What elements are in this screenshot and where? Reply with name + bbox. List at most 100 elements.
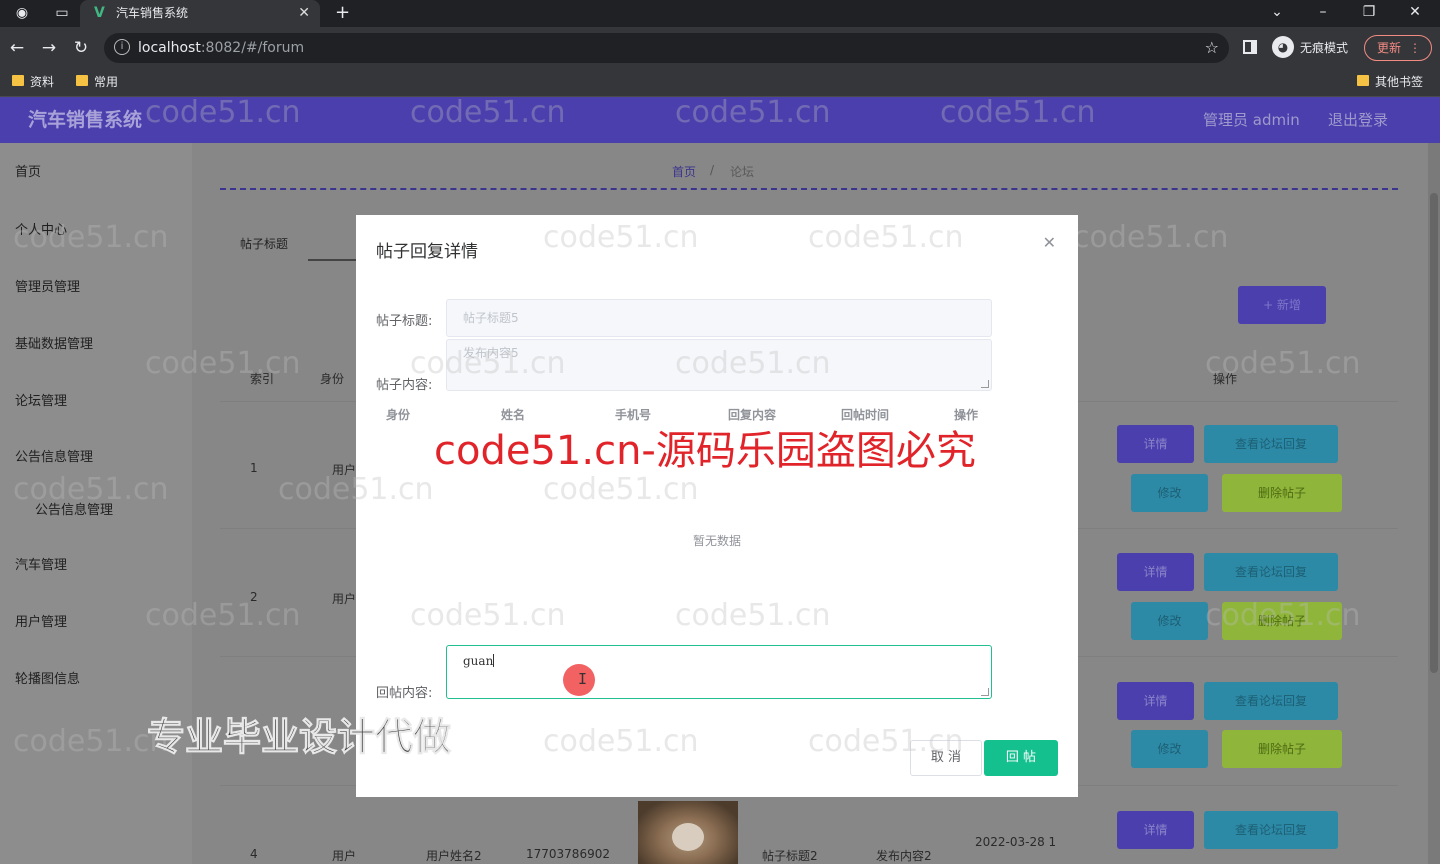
watermark: code51.cn (675, 598, 831, 633)
add-button[interactable]: + 新增 (1238, 286, 1326, 324)
reply-content-value: guan (463, 654, 494, 668)
bookmarks-bar: 资料 常用 其他书签 (0, 69, 1440, 97)
text-cursor-icon: I (578, 670, 588, 688)
admin-label: 管理员 admin (1203, 111, 1300, 129)
row-3-edit-button[interactable]: 修改 (1131, 730, 1208, 768)
row-2-detail-button[interactable]: 详情 (1117, 553, 1194, 591)
sidebar-item-basedata[interactable]: 基础数据管理 (15, 333, 93, 352)
logout-link[interactable]: 退出登录 (1328, 97, 1388, 143)
row-1-replies-button[interactable]: 查看论坛回复 (1204, 425, 1338, 463)
row-1-delete-button[interactable]: 删除帖子 (1222, 474, 1342, 512)
row-2-replies-button[interactable]: 查看论坛回复 (1204, 553, 1338, 591)
reply-content-textarea[interactable]: guan (446, 645, 992, 699)
dialog-title: 帖子回复详情 (376, 242, 478, 262)
site-info-icon[interactable]: i (114, 39, 130, 55)
reload-icon[interactable]: ↻ (70, 37, 92, 59)
reply-detail-dialog: 帖子回复详情 ✕ 帖子标题: 帖子标题5 帖子内容: 发布内容5 身份 姓名 手… (278, 215, 1078, 797)
resize-grip-icon[interactable] (981, 688, 989, 696)
vue-logo-icon: V (94, 5, 105, 21)
tab-title: 汽车销售系统 (116, 6, 189, 20)
post-content-textarea[interactable]: 发布内容5 (446, 339, 992, 391)
empty-table-text: 暂无数据 (692, 534, 741, 548)
post-title-input[interactable]: 帖子标题5 (446, 299, 992, 337)
row-1-detail-button[interactable]: 详情 (1117, 425, 1194, 463)
row-4-index: 4 (250, 847, 258, 861)
column-header-identity: 身份 (320, 372, 345, 386)
row-2-delete-button[interactable]: 删除帖子 (1222, 602, 1342, 640)
header-divider (220, 188, 1398, 190)
minimize-icon[interactable]: – (1308, 0, 1338, 24)
new-tab-icon[interactable]: + (335, 0, 350, 26)
browser-tabbar: ◉ ▭ V 汽车销售系统 ✕ + ⌄ – ❐ ✕ (0, 0, 1440, 27)
page-scrollbar[interactable] (1428, 143, 1440, 864)
reply-content-label: 回帖内容: (376, 686, 433, 701)
sidebar-item-notices[interactable]: 公告信息管理 (15, 446, 93, 465)
post-title-label: 帖子标题: (376, 314, 433, 329)
resize-grip-icon[interactable] (981, 380, 989, 388)
update-button[interactable]: 更新 ⋮ (1364, 35, 1432, 61)
breadcrumb-separator: / (710, 163, 715, 177)
row-2-identity: 用户 (332, 592, 357, 606)
post-content-label: 帖子内容: (376, 378, 433, 393)
sidebar-item-users[interactable]: 用户管理 (15, 611, 67, 630)
scrollbar-thumb[interactable] (1430, 193, 1438, 673)
breadcrumb-home[interactable]: 首页 (672, 163, 696, 180)
watermark: code51.cn (543, 724, 699, 759)
cancel-button[interactable]: 取 消 (910, 740, 982, 776)
sidebar-item-profile[interactable]: 个人中心 (15, 219, 67, 238)
row-4-replies-button[interactable]: 查看论坛回复 (1204, 811, 1338, 849)
row-4-title: 帖子标题2 (762, 849, 818, 863)
column-header-index: 索引 (250, 372, 275, 386)
incognito-icon[interactable]: ◕ (1272, 36, 1294, 58)
incognito-label: 无痕模式 (1300, 41, 1349, 55)
sidebar-item-admins[interactable]: 管理员管理 (15, 276, 80, 295)
url-field[interactable]: i localhost:8082/#/forum ☆ (104, 33, 1229, 63)
other-bookmarks[interactable]: 其他书签 (1355, 69, 1423, 95)
address-bar: ← → ↻ i localhost:8082/#/forum ☆ ◕ 无痕模式 … (0, 27, 1440, 69)
row-4-detail-button[interactable]: 详情 (1117, 811, 1194, 849)
watermark: code51.cn (410, 598, 566, 633)
sidebar-subitem-notices[interactable]: 公告信息管理 (35, 499, 113, 518)
bookmark-folder-0[interactable]: 资料 (10, 69, 54, 95)
bookmark-folder-1[interactable]: 常用 (74, 69, 118, 95)
breadcrumb-current: 论坛 (730, 165, 755, 179)
post-content-value: 发布内容5 (463, 346, 519, 360)
row-3-detail-button[interactable]: 详情 (1117, 682, 1194, 720)
tab-search-icon[interactable]: ⌄ (1262, 0, 1292, 24)
search-title-label: 帖子标题 (240, 237, 289, 251)
sidebar-item-cars[interactable]: 汽车管理 (15, 554, 67, 573)
row-3-delete-button[interactable]: 删除帖子 (1222, 730, 1342, 768)
watermark: code51.cn (808, 220, 964, 255)
submit-reply-button[interactable]: 回 帖 (984, 740, 1058, 776)
watermark: code51.cn (543, 472, 699, 507)
text-caret (493, 654, 495, 667)
side-panel-icon[interactable] (1243, 40, 1257, 54)
red-watermark: code51.cn-源码乐园盗图必究 (434, 428, 976, 474)
sidebar-item-carousel[interactable]: 轮播图信息 (15, 668, 80, 687)
reply-column-identity: 身份 (386, 408, 411, 422)
row-1-edit-button[interactable]: 修改 (1131, 474, 1208, 512)
row-4-avatar-image (638, 801, 738, 864)
row-4-name: 用户姓名2 (426, 849, 482, 863)
sidebar-item-forum[interactable]: 论坛管理 (15, 390, 67, 409)
search-title-input[interactable] (308, 259, 358, 261)
forward-icon[interactable]: → (38, 37, 60, 59)
browser-tab[interactable]: V 汽车销售系统 ✕ (80, 0, 320, 27)
row-2-index: 2 (250, 590, 258, 604)
watermark: code51.cn (543, 220, 699, 255)
globe-icon[interactable]: ◉ (14, 5, 30, 21)
row-3-replies-button[interactable]: 查看论坛回复 (1204, 682, 1338, 720)
restore-icon[interactable]: ❐ (1354, 0, 1384, 24)
sidebar-item-home[interactable]: 首页 (15, 161, 41, 180)
window-icon[interactable]: ▭ (54, 5, 70, 21)
row-4-identity: 用户 (332, 849, 357, 863)
row-2-edit-button[interactable]: 修改 (1131, 602, 1208, 640)
url-host: localhost (138, 40, 201, 56)
window-close-icon[interactable]: ✕ (1400, 0, 1430, 24)
row-4-phone: 17703786902 (526, 847, 610, 861)
row-4-content: 发布内容2 (876, 849, 932, 863)
bookmark-star-icon[interactable]: ☆ (1205, 33, 1219, 63)
back-icon[interactable]: ← (6, 37, 28, 59)
dialog-close-icon[interactable]: ✕ (1043, 233, 1056, 252)
tab-close-icon[interactable]: ✕ (298, 0, 310, 27)
